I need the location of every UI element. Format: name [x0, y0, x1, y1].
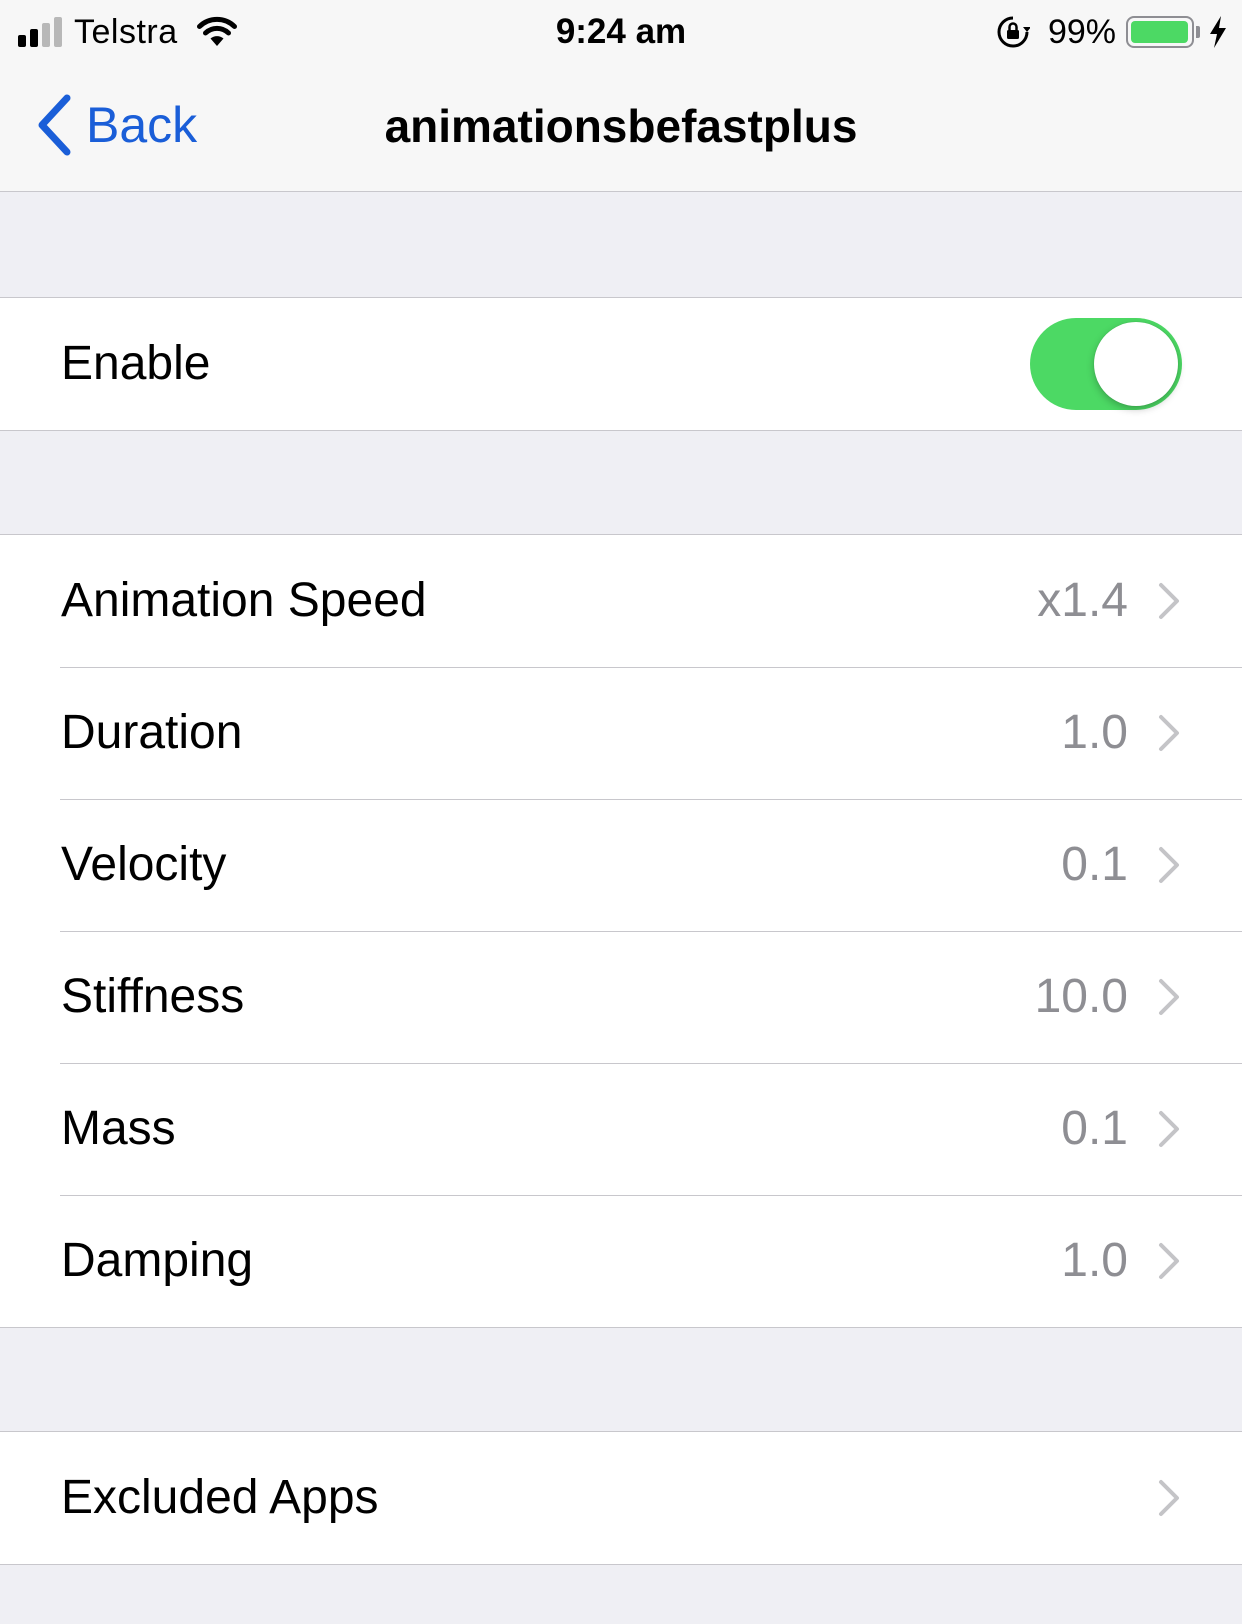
excluded-apps-label: Excluded Apps [61, 1471, 379, 1524]
setting-label: Mass [61, 1102, 176, 1155]
setting-label: Duration [61, 706, 243, 759]
chevron-right-icon [1159, 715, 1179, 751]
battery-cap [1196, 26, 1200, 38]
setting-value: 10.0 [1034, 970, 1128, 1023]
chevron-right-icon [1159, 847, 1179, 883]
setting-value: 1.0 [1061, 706, 1128, 759]
battery-percentage: 99% [1047, 12, 1116, 51]
setting-label: Animation Speed [61, 574, 427, 627]
battery-icon [1126, 16, 1194, 48]
status-bar: Telstra 9:24 am 99% [0, 0, 1242, 62]
setting-label: Damping [61, 1234, 254, 1287]
toggle-knob [1094, 322, 1178, 406]
navigation-bar: Back animationsbefastplus [0, 62, 1242, 192]
setting-row-velocity[interactable]: Velocity 0.1 [0, 799, 1242, 931]
setting-row-stiffness[interactable]: Stiffness 10.0 [0, 931, 1242, 1063]
chevron-right-icon [1159, 583, 1179, 619]
setting-value: x1.4 [1037, 574, 1128, 627]
enable-toggle[interactable] [1030, 318, 1182, 410]
enable-group: Enable [0, 297, 1242, 431]
orientation-lock-icon [997, 16, 1030, 48]
status-bar-right: 99% [996, 10, 1228, 54]
setting-value: 1.0 [1061, 1234, 1128, 1287]
excluded-apps-group: Excluded Apps [0, 1431, 1242, 1565]
battery-level-fill [1131, 21, 1189, 43]
setting-row-damping[interactable]: Damping 1.0 [0, 1195, 1242, 1327]
chevron-right-icon [1159, 1111, 1179, 1147]
charging-bolt-icon [1210, 16, 1226, 48]
settings-group: Animation Speed x1.4 Duration 1.0 Veloci… [0, 534, 1242, 1328]
enable-row: Enable [0, 298, 1242, 430]
setting-label: Stiffness [61, 970, 245, 1023]
setting-row-duration[interactable]: Duration 1.0 [0, 667, 1242, 799]
enable-label: Enable [61, 337, 211, 390]
setting-value: 0.1 [1061, 1102, 1128, 1155]
chevron-right-icon [1159, 1243, 1179, 1279]
page-title: animationsbefastplus [384, 100, 858, 152]
chevron-right-icon [1159, 1480, 1179, 1516]
setting-row-animation-speed[interactable]: Animation Speed x1.4 [0, 535, 1242, 667]
chevron-right-icon [1159, 979, 1179, 1015]
setting-value: 0.1 [1061, 838, 1128, 891]
setting-row-mass[interactable]: Mass 0.1 [0, 1063, 1242, 1195]
setting-label: Velocity [61, 838, 227, 891]
excluded-apps-row[interactable]: Excluded Apps [0, 1432, 1242, 1564]
